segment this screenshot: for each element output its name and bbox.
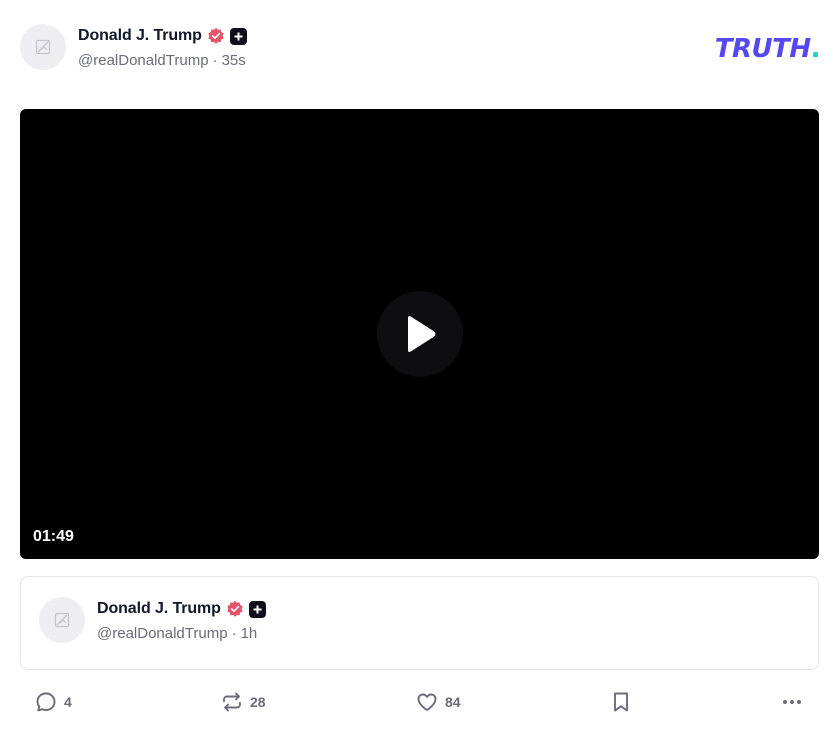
like-count: 84 xyxy=(445,694,461,710)
quoted-author-handle[interactable]: @realDonaldTrump xyxy=(97,625,228,642)
meta-separator: · xyxy=(231,625,237,642)
verified-badge-icon xyxy=(227,600,243,617)
author-name[interactable]: Donald J. Trump xyxy=(78,27,202,45)
reply-icon xyxy=(36,692,56,712)
quoted-author-block: Donald J. Trump @realDonaldTrump · 1h xyxy=(97,599,266,642)
heart-icon xyxy=(417,693,437,711)
quoted-post-timestamp[interactable]: 1h xyxy=(241,625,258,642)
more-options-button[interactable] xyxy=(780,690,804,714)
plus-badge-icon xyxy=(229,27,247,45)
more-icon xyxy=(783,700,801,704)
quoted-author-name[interactable]: Donald J. Trump xyxy=(97,600,221,618)
action-bar: 4 28 84 xyxy=(20,690,820,720)
brand-dot: . xyxy=(810,34,821,64)
quoted-post[interactable]: Donald J. Trump @realDonaldTrump · 1h xyxy=(20,576,819,670)
author-block: Donald J. Trump @realDonaldTrump · 35s xyxy=(78,26,247,69)
video-duration: 01:49 xyxy=(33,528,74,545)
meta-separator: · xyxy=(212,52,218,69)
reply-button[interactable]: 4 xyxy=(34,690,72,714)
bookmark-button[interactable] xyxy=(610,690,632,714)
quoted-avatar[interactable] xyxy=(39,597,85,643)
retruth-count: 28 xyxy=(250,694,266,710)
retruth-icon xyxy=(223,692,241,712)
reply-count: 4 xyxy=(64,694,72,710)
video-player[interactable]: 01:49 xyxy=(20,109,819,559)
post-header: Donald J. Trump @realDonaldTrump · 35s T… xyxy=(20,24,821,74)
plus-badge-icon xyxy=(248,600,266,618)
image-placeholder-icon xyxy=(35,39,51,55)
avatar[interactable] xyxy=(20,24,66,70)
author-handle[interactable]: @realDonaldTrump xyxy=(78,52,209,69)
truth-logo[interactable]: TRUTH. xyxy=(714,34,821,64)
brand-text: TRUTH xyxy=(714,34,811,64)
play-icon xyxy=(408,316,436,352)
verified-badge-icon xyxy=(208,27,224,44)
image-placeholder-icon xyxy=(54,612,70,628)
bookmark-icon xyxy=(614,692,628,712)
play-button[interactable] xyxy=(377,291,463,377)
retruth-button[interactable]: 28 xyxy=(220,690,266,714)
post-timestamp[interactable]: 35s xyxy=(222,52,246,69)
like-button[interactable]: 84 xyxy=(415,690,461,714)
